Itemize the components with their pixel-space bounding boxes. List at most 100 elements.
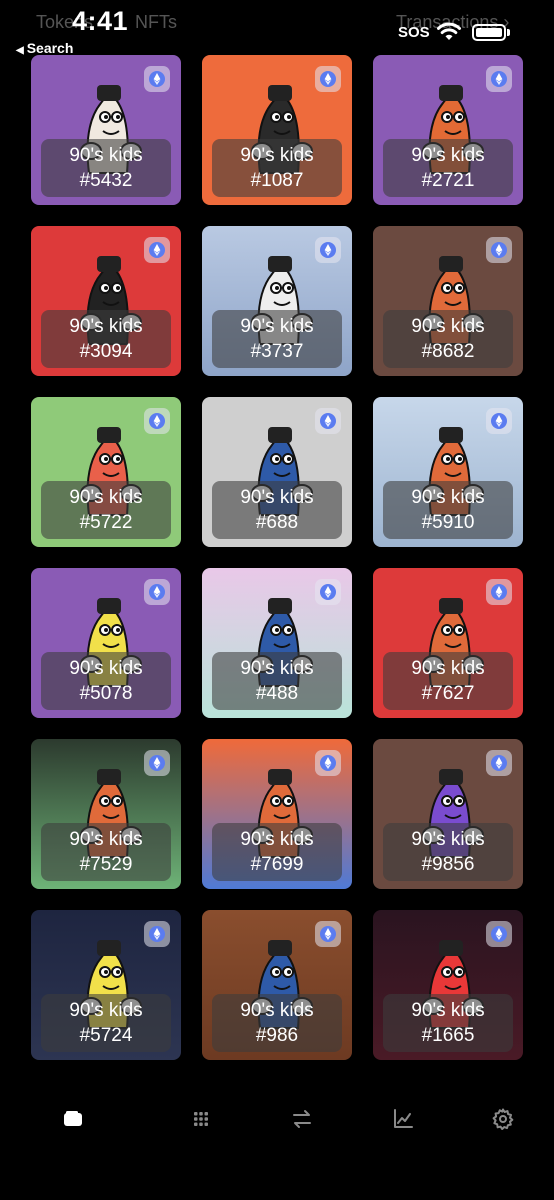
nft-collection-name: 90's kids xyxy=(69,1000,143,1021)
battery-icon xyxy=(472,24,506,41)
nft-card[interactable]: 90's kids #488 xyxy=(202,568,352,718)
nft-label: 90's kids #488 xyxy=(212,652,342,710)
nft-token-id: #5432 xyxy=(79,170,133,191)
nft-collection-name: 90's kids xyxy=(69,487,143,508)
nft-label: 90's kids #2721 xyxy=(383,139,513,197)
nft-card[interactable]: 90's kids #3737 xyxy=(202,226,352,376)
nft-token-id: #1087 xyxy=(250,170,304,191)
nft-collection-name: 90's kids xyxy=(69,658,143,679)
gear-icon xyxy=(492,1108,514,1130)
cellular-status: SOS xyxy=(398,24,430,41)
nft-label: 90's kids #5910 xyxy=(383,481,513,539)
nft-token-id: #5910 xyxy=(421,512,475,533)
wallet-icon xyxy=(64,1111,82,1126)
ethereum-badge xyxy=(315,579,341,605)
segment-nfts[interactable]: NFTs xyxy=(135,12,177,32)
nft-collection-name: 90's kids xyxy=(69,316,143,337)
tab-activity[interactable] xyxy=(388,1105,418,1133)
nft-label: 90's kids #7699 xyxy=(212,823,342,881)
ethereum-icon xyxy=(491,242,507,258)
nft-token-id: #3094 xyxy=(79,341,133,362)
nft-card[interactable]: 90's kids #3094 xyxy=(31,226,181,376)
ethereum-badge xyxy=(486,408,512,434)
nft-label: 90's kids #8682 xyxy=(383,310,513,368)
ethereum-icon xyxy=(491,926,507,942)
nft-card[interactable]: 90's kids #5722 xyxy=(31,397,181,547)
nft-label: 90's kids #5432 xyxy=(41,139,171,197)
nft-label: 90's kids #986 xyxy=(212,994,342,1052)
nft-card[interactable]: 90's kids #688 xyxy=(202,397,352,547)
nft-collection-name: 90's kids xyxy=(411,1000,485,1021)
tab-wallet[interactable] xyxy=(58,1105,88,1133)
ethereum-icon xyxy=(320,926,336,942)
nft-label: 90's kids #3737 xyxy=(212,310,342,368)
nft-token-id: #5722 xyxy=(79,512,133,533)
nft-token-id: #986 xyxy=(255,1025,299,1046)
ethereum-badge xyxy=(486,921,512,947)
ethereum-icon xyxy=(149,926,165,942)
nft-card[interactable]: 90's kids #5724 xyxy=(31,910,181,1060)
nft-card[interactable]: 90's kids #7699 xyxy=(202,739,352,889)
nft-label: 90's kids #3094 xyxy=(41,310,171,368)
status-time: 4:41 xyxy=(72,6,129,36)
nft-grid: 90's kids #5432 90's kids #1087 90's kid… xyxy=(31,55,523,1060)
nft-card[interactable]: 90's kids #9856 xyxy=(373,739,523,889)
nft-collection-name: 90's kids xyxy=(411,316,485,337)
nft-collection-name: 90's kids xyxy=(69,145,143,166)
ethereum-badge xyxy=(144,408,170,434)
nft-card[interactable]: 90's kids #5078 xyxy=(31,568,181,718)
nft-token-id: #7699 xyxy=(250,854,304,875)
nft-card[interactable]: 90's kids #1087 xyxy=(202,55,352,205)
nft-label: 90's kids #1665 xyxy=(383,994,513,1052)
swap-icon xyxy=(293,1110,311,1128)
ethereum-icon xyxy=(320,413,336,429)
nft-collection-name: 90's kids xyxy=(411,145,485,166)
ethereum-icon xyxy=(149,584,165,600)
tab-apps[interactable] xyxy=(186,1105,216,1133)
nft-card[interactable]: 90's kids #2721 xyxy=(373,55,523,205)
nft-card[interactable]: 90's kids #7627 xyxy=(373,568,523,718)
nft-label: 90's kids #5078 xyxy=(41,652,171,710)
nft-label: 90's kids #1087 xyxy=(212,139,342,197)
ethereum-icon xyxy=(491,71,507,87)
ethereum-badge xyxy=(144,66,170,92)
ethereum-icon xyxy=(491,413,507,429)
ethereum-badge xyxy=(315,408,341,434)
nft-token-id: #7529 xyxy=(79,854,133,875)
nft-label: 90's kids #7529 xyxy=(41,823,171,881)
tab-swap[interactable] xyxy=(287,1105,317,1133)
nft-label: 90's kids #5722 xyxy=(41,481,171,539)
ethereum-badge xyxy=(486,750,512,776)
wifi-icon xyxy=(437,22,461,40)
apps-grid-icon xyxy=(194,1112,208,1126)
status-bar: Tokens NFTs Transactions › 4:41 ◀ Search S… xyxy=(0,0,554,60)
nft-label: 90's kids #5724 xyxy=(41,994,171,1052)
ethereum-icon xyxy=(491,584,507,600)
nft-card[interactable]: 90's kids #5910 xyxy=(373,397,523,547)
nft-collection-name: 90's kids xyxy=(411,487,485,508)
ethereum-icon xyxy=(149,755,165,771)
ethereum-badge xyxy=(144,750,170,776)
nft-label: 90's kids #7627 xyxy=(383,652,513,710)
tab-settings[interactable] xyxy=(488,1105,518,1133)
nft-token-id: #9856 xyxy=(421,854,475,875)
nft-collection-name: 90's kids xyxy=(240,316,314,337)
ethereum-badge xyxy=(486,66,512,92)
nft-card[interactable]: 90's kids #7529 xyxy=(31,739,181,889)
ethereum-icon xyxy=(149,242,165,258)
ethereum-icon xyxy=(149,71,165,87)
nft-label: 90's kids #9856 xyxy=(383,823,513,881)
ethereum-icon xyxy=(149,413,165,429)
nft-card[interactable]: 90's kids #986 xyxy=(202,910,352,1060)
nft-collection-name: 90's kids xyxy=(240,145,314,166)
nft-card[interactable]: 90's kids #8682 xyxy=(373,226,523,376)
ethereum-badge xyxy=(315,237,341,263)
nft-card[interactable]: 90's kids #5432 xyxy=(31,55,181,205)
nft-token-id: #2721 xyxy=(421,170,475,191)
nft-token-id: #3737 xyxy=(250,341,304,362)
nft-collection-name: 90's kids xyxy=(240,1000,314,1021)
ethereum-badge xyxy=(315,750,341,776)
back-to-search-button[interactable]: ◀ Search xyxy=(16,40,73,56)
nft-card[interactable]: 90's kids #1665 xyxy=(373,910,523,1060)
ethereum-badge xyxy=(486,237,512,263)
